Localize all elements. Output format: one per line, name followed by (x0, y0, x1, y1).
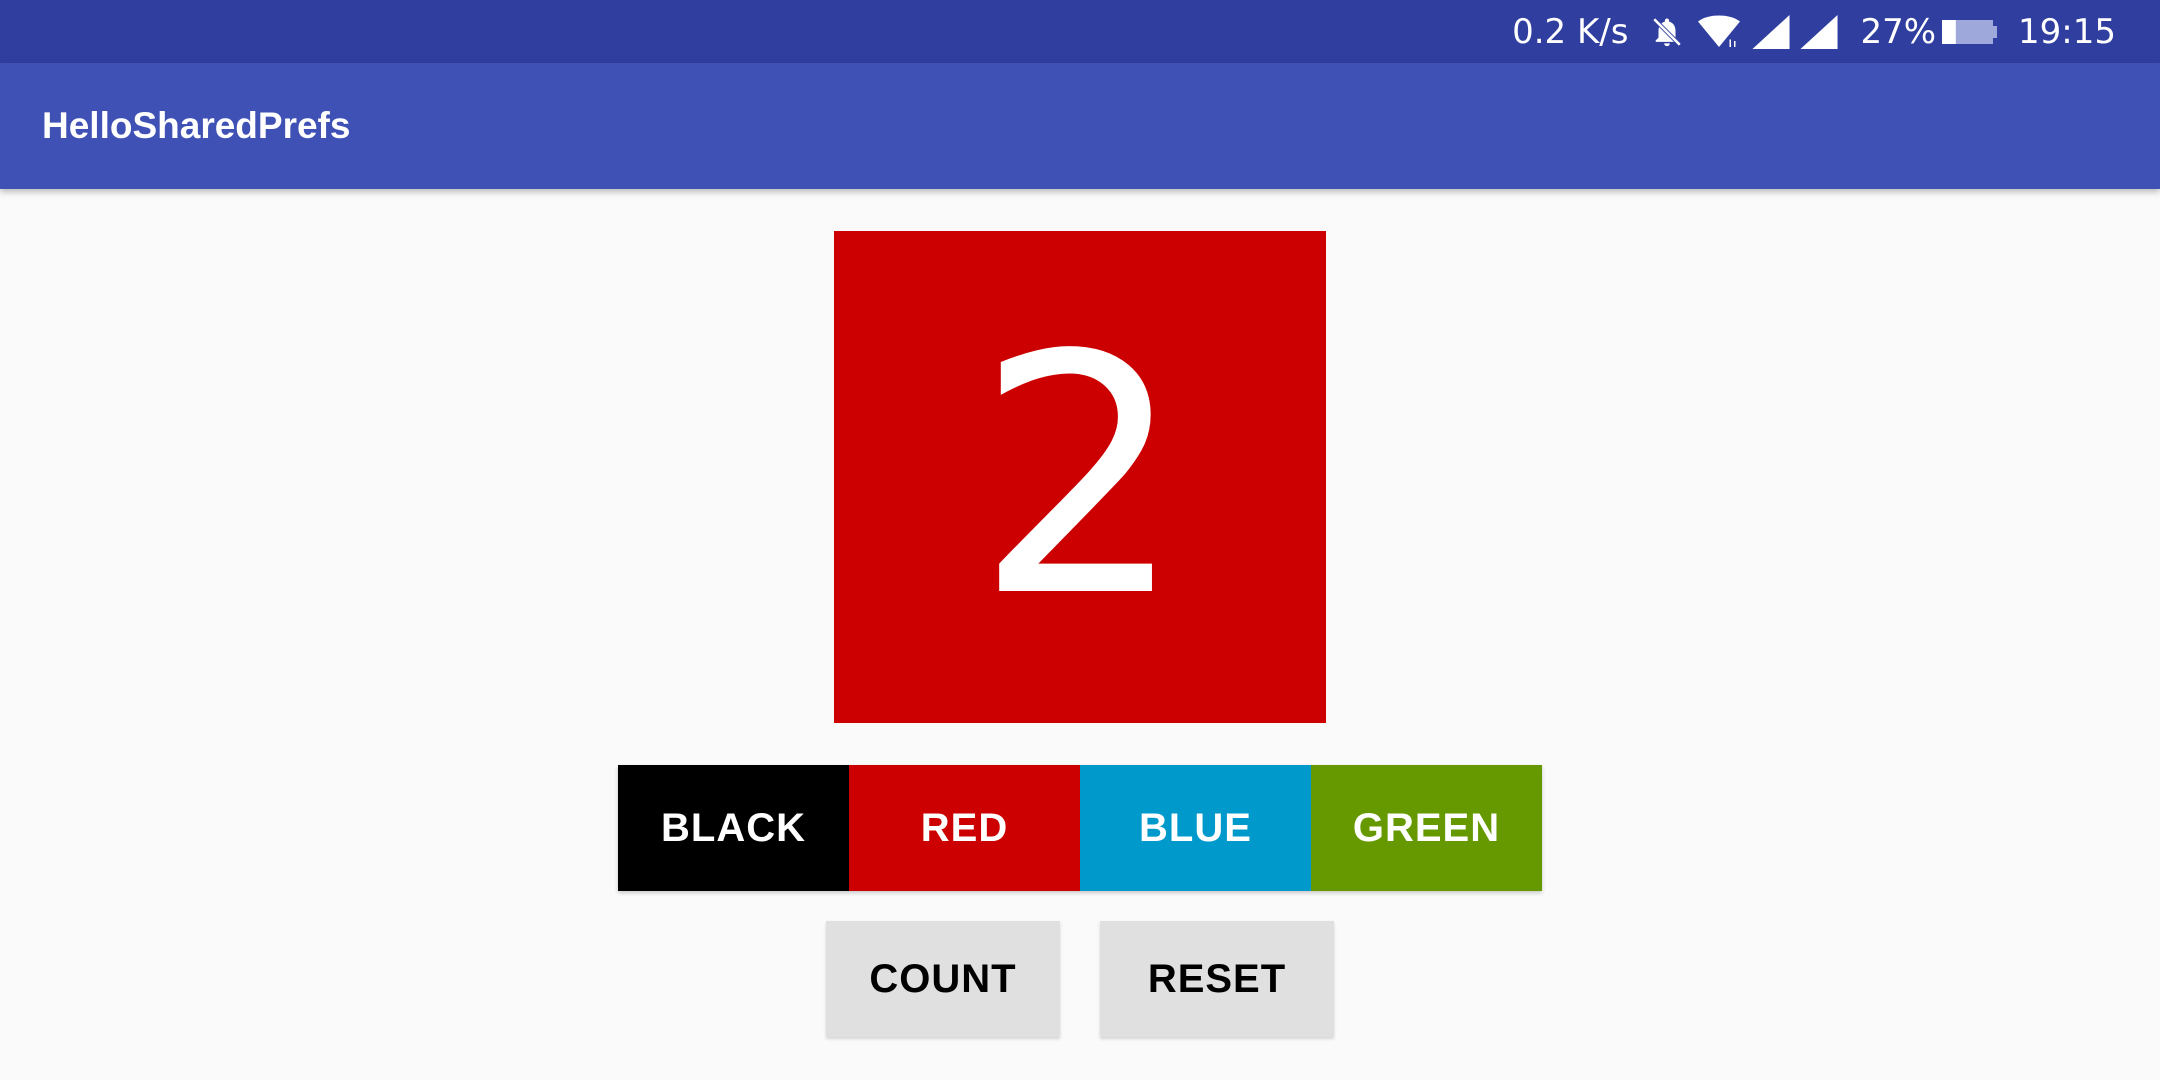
cell-signal-icon (1752, 14, 1790, 49)
battery-percent: 27% (1860, 11, 1937, 52)
app-screen: 0.2 K/s 27% 19:15 HelloSharedPrefs 2 BLA… (0, 0, 2160, 1080)
bell-off-icon (1650, 15, 1684, 49)
green-button[interactable]: GREEN (1311, 765, 1542, 891)
battery-icon (1942, 18, 1998, 46)
count-value: 2 (975, 285, 1185, 669)
cell-signal-icon (1800, 14, 1838, 49)
black-button[interactable]: BLACK (618, 765, 849, 891)
app-bar: HelloSharedPrefs (0, 63, 2160, 189)
clock-time: 19:15 (2018, 11, 2116, 52)
status-indicators: 0.2 K/s 27% 19:15 (1512, 0, 2116, 63)
app-title: HelloSharedPrefs (42, 105, 351, 146)
count-button[interactable]: COUNT (826, 921, 1060, 1037)
blue-button[interactable]: BLUE (1080, 765, 1311, 891)
wifi-icon (1698, 15, 1741, 49)
color-button-row: BLACK RED BLUE GREEN (618, 765, 1542, 891)
red-button[interactable]: RED (849, 765, 1080, 891)
count-display: 2 (834, 231, 1326, 723)
network-speed: 0.2 K/s (1512, 11, 1629, 52)
reset-button[interactable]: RESET (1100, 921, 1334, 1037)
status-bar: 0.2 K/s 27% 19:15 (0, 0, 2160, 63)
